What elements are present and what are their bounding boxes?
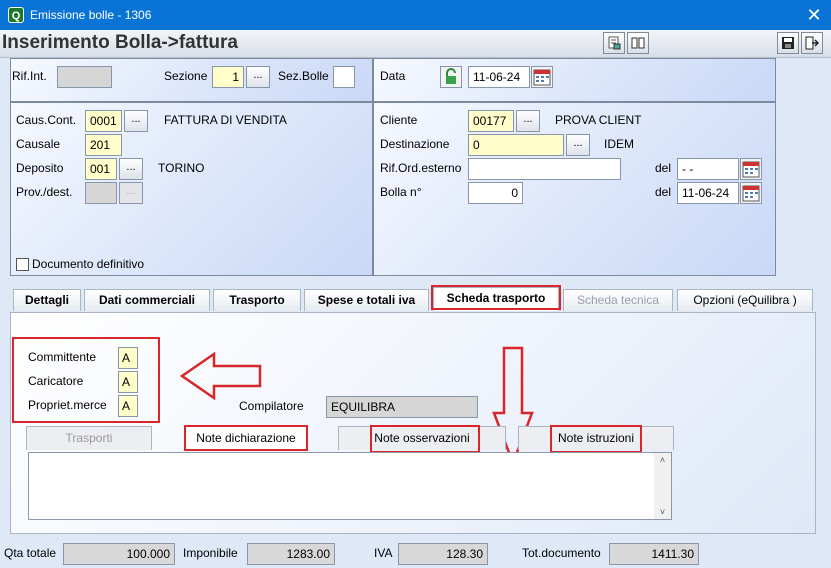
destinazione-field[interactable]: 0 [468,134,564,156]
tab-opzioni[interactable]: Opzioni (eQuilibra ) [677,289,813,311]
rif-ord-date-field[interactable]: - - [677,158,739,180]
page-title: Inserimento Bolla->fattura [2,32,238,53]
documento-definitivo-label: Documento definitivo [32,257,145,271]
deposito-lookup-button[interactable]: ... [119,158,143,180]
sezione-field[interactable]: 1 [212,66,244,88]
imponibile-value: 1283.00 [247,543,335,565]
propriet-merce-label: Propriet.merce [28,398,107,412]
subtab-trasporti: Trasporti [26,426,152,450]
deposito-label: Deposito [16,161,64,175]
exit-icon[interactable] [801,32,823,54]
data-field[interactable]: 11-06-24 [468,66,530,88]
annotation-box [550,425,642,453]
caricatore-label: Caricatore [28,374,84,388]
bolla-date-field[interactable]: 11-06-24 [677,182,739,204]
committente-field[interactable]: A [118,347,138,369]
iva-label: IVA [374,546,393,560]
left-arrow-annotation [179,351,262,401]
cliente-label: Cliente [380,113,418,127]
bolla-number-field[interactable]: 0 [468,182,523,204]
close-icon[interactable]: ✕ [800,2,828,28]
app-icon: Q [8,7,24,23]
rif-ord-del-label: del [655,161,672,175]
cliente-field[interactable]: 00177 [468,110,514,132]
qta-totale-label: Qta totale [4,546,57,560]
rif-int-label: Rif.Int. [12,69,47,83]
note-dichiarazione-textarea[interactable] [28,452,672,520]
qta-totale-value: 100.000 [63,543,175,565]
annotation-box [184,425,308,451]
prov-dest-label: Prov./dest. [16,185,73,199]
prov-dest-field [85,182,117,204]
tot-documento-label: Tot.documento [522,546,601,560]
imponibile-label: Imponibile [183,546,238,560]
bolla-del-label: del [655,185,672,199]
tab-scheda-tecnica: Scheda tecnica [563,289,673,311]
calendar-icon[interactable] [531,66,553,88]
caus-cont-field[interactable]: 0001 [85,110,122,132]
prov-dest-lookup-button: ... [119,182,143,204]
print-doc-icon[interactable] [603,32,625,54]
calendar-icon[interactable] [740,158,762,180]
compilatore-field: EQUILIBRA [326,396,478,418]
deposito-description: TORINO [158,161,205,175]
caus-cont-description: FATTURA DI VENDITA [164,113,287,127]
causale-label: Causale [16,137,61,151]
annotation-box [370,425,480,453]
iva-value: 128.30 [398,543,488,565]
rif-int-field [57,66,112,88]
date-panel [373,58,776,102]
lock-icon[interactable] [440,66,462,88]
documento-definitivo-checkbox[interactable] [16,258,29,271]
propriet-merce-field[interactable]: A [118,395,138,417]
calendar-icon[interactable] [740,182,762,204]
caus-cont-label: Caus.Cont. [16,113,77,127]
rif-ord-label: Rif.Ord.esterno [380,161,462,175]
sez-bolle-field[interactable] [333,66,355,88]
bolla-label: Bolla n° [380,185,422,199]
sezione-label: Sezione [164,69,208,83]
data-label: Data [380,69,406,83]
deposito-field[interactable]: 001 [85,158,117,180]
vertical-scrollbar[interactable]: ˄ ˅ [654,453,671,519]
sezione-lookup-button[interactable]: ... [246,66,270,88]
destinazione-label: Destinazione [380,137,450,151]
annotation-box [431,285,561,310]
tab-trasporto[interactable]: Trasporto [213,289,301,311]
caus-cont-lookup-button[interactable]: ... [124,110,148,132]
save-icon[interactable] [777,32,799,54]
causale-field[interactable]: 201 [85,134,122,156]
tab-dati-commerciali[interactable]: Dati commerciali [84,289,210,311]
window-title: Emissione bolle - 1306 [30,8,152,22]
cliente-lookup-button[interactable]: ... [516,110,540,132]
compilatore-label: Compilatore [239,399,304,413]
sez-bolle-label: Sez.Bolle [278,69,329,83]
caricatore-field[interactable]: A [118,371,138,393]
destinazione-lookup-button[interactable]: ... [566,134,590,156]
destinazione-description: IDEM [604,137,634,151]
rif-ord-field[interactable] [468,158,621,180]
tot-documento-value: 1411.30 [609,543,699,565]
tab-spese-totali-iva[interactable]: Spese e totali iva [304,289,429,311]
committente-label: Committente [28,350,97,364]
tab-dettagli[interactable]: Dettagli [13,289,81,311]
cliente-description: PROVA CLIENT [555,113,642,127]
split-view-icon[interactable] [627,32,649,54]
